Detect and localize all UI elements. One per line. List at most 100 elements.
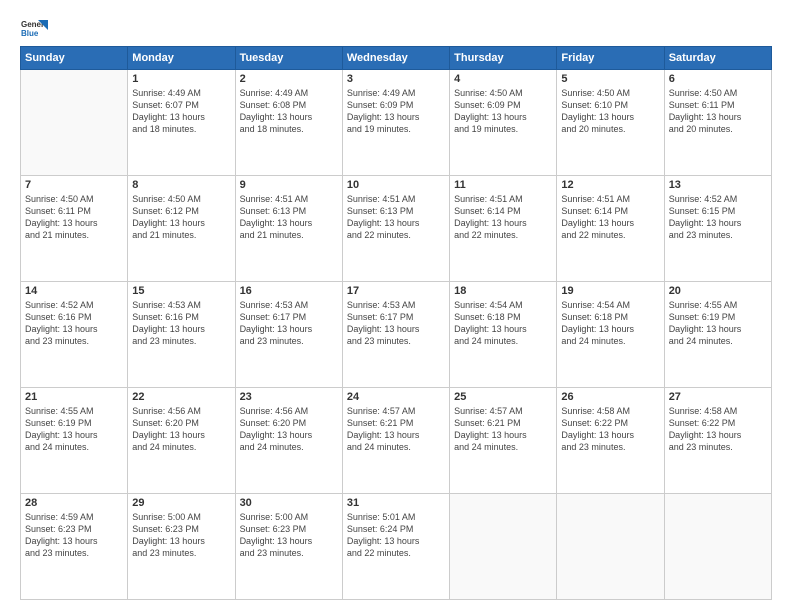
day-info: Sunrise: 4:49 AM Sunset: 6:07 PM Dayligh… [132, 87, 230, 136]
day-info: Sunrise: 4:51 AM Sunset: 6:13 PM Dayligh… [347, 193, 445, 242]
weekday-header-sunday: Sunday [21, 47, 128, 70]
day-info: Sunrise: 4:52 AM Sunset: 6:15 PM Dayligh… [669, 193, 767, 242]
calendar-cell: 14Sunrise: 4:52 AM Sunset: 6:16 PM Dayli… [21, 282, 128, 388]
day-info: Sunrise: 4:53 AM Sunset: 6:17 PM Dayligh… [240, 299, 338, 348]
calendar-cell: 2 Sunrise: 4:49 AM Sunset: 6:08 PM Daylig… [235, 70, 342, 176]
day-info: Sunrise: 4:51 AM Sunset: 6:14 PM Dayligh… [561, 193, 659, 242]
day-number: 13 [669, 179, 767, 191]
day-info: Sunrise: 4:55 AM Sunset: 6:19 PM Dayligh… [669, 299, 767, 348]
day-number: 8 [132, 179, 230, 191]
calendar-cell: 19 Sunrise: 4:54 AM Sunset: 6:18 PM Dayli… [557, 282, 664, 388]
day-number: 10 [347, 179, 445, 191]
day-number: 6 [669, 73, 767, 85]
calendar-cell: 20 Sunrise: 4:55 AM Sunset: 6:19 PM Dayli… [664, 282, 771, 388]
page: General Blue SundayMondayTuesdayWednesda… [0, 0, 792, 612]
calendar-cell [21, 70, 128, 176]
calendar-cell: 26Sunrise: 4:58 AM Sunset: 6:22 PM Dayli… [557, 388, 664, 494]
day-number: 22 [132, 391, 230, 403]
calendar-cell: 29Sunrise: 5:00 AM Sunset: 6:23 PM Dayli… [128, 494, 235, 600]
calendar-cell [664, 494, 771, 600]
day-number: 18 [454, 285, 552, 297]
day-info: Sunrise: 4:57 AM Sunset: 6:21 PM Dayligh… [454, 405, 552, 454]
calendar-cell: 11 Sunrise: 4:51 AM Sunset: 6:14 PM Dayli… [450, 176, 557, 282]
week-row-2: 14Sunrise: 4:52 AM Sunset: 6:16 PM Dayli… [21, 282, 772, 388]
day-info: Sunrise: 4:49 AM Sunset: 6:08 PM Dayligh… [240, 87, 338, 136]
day-number: 7 [25, 179, 123, 191]
calendar-cell: 27Sunrise: 4:58 AM Sunset: 6:22 PM Dayli… [664, 388, 771, 494]
day-info: Sunrise: 5:01 AM Sunset: 6:24 PM Dayligh… [347, 511, 445, 560]
day-info: Sunrise: 4:51 AM Sunset: 6:14 PM Dayligh… [454, 193, 552, 242]
day-info: Sunrise: 4:50 AM Sunset: 6:10 PM Dayligh… [561, 87, 659, 136]
calendar-cell: 8 Sunrise: 4:50 AM Sunset: 6:12 PM Daylig… [128, 176, 235, 282]
calendar-cell: 16Sunrise: 4:53 AM Sunset: 6:17 PM Dayli… [235, 282, 342, 388]
week-row-1: 7 Sunrise: 4:50 AM Sunset: 6:11 PM Daylig… [21, 176, 772, 282]
week-row-0: 1 Sunrise: 4:49 AM Sunset: 6:07 PM Daylig… [21, 70, 772, 176]
week-row-4: 28 Sunrise: 4:59 AM Sunset: 6:23 PM Dayli… [21, 494, 772, 600]
weekday-header-row: SundayMondayTuesdayWednesdayThursdayFrid… [21, 47, 772, 70]
calendar-cell: 31 Sunrise: 5:01 AM Sunset: 6:24 PM Dayli… [342, 494, 449, 600]
svg-text:Blue: Blue [21, 29, 39, 38]
calendar-cell: 17Sunrise: 4:53 AM Sunset: 6:17 PM Dayli… [342, 282, 449, 388]
day-info: Sunrise: 4:50 AM Sunset: 6:11 PM Dayligh… [25, 193, 123, 242]
weekday-header-monday: Monday [128, 47, 235, 70]
day-info: Sunrise: 4:59 AM Sunset: 6:23 PM Dayligh… [25, 511, 123, 560]
day-number: 12 [561, 179, 659, 191]
day-number: 14 [25, 285, 123, 297]
day-info: Sunrise: 4:50 AM Sunset: 6:09 PM Dayligh… [454, 87, 552, 136]
day-number: 17 [347, 285, 445, 297]
calendar-cell: 23 Sunrise: 4:56 AM Sunset: 6:20 PM Dayli… [235, 388, 342, 494]
calendar-cell: 12 Sunrise: 4:51 AM Sunset: 6:14 PM Dayli… [557, 176, 664, 282]
day-number: 3 [347, 73, 445, 85]
calendar-cell [557, 494, 664, 600]
day-number: 19 [561, 285, 659, 297]
calendar-table: SundayMondayTuesdayWednesdayThursdayFrid… [20, 46, 772, 600]
calendar-cell: 6 Sunrise: 4:50 AM Sunset: 6:11 PM Daylig… [664, 70, 771, 176]
day-info: Sunrise: 4:50 AM Sunset: 6:11 PM Dayligh… [669, 87, 767, 136]
header: General Blue [20, 16, 772, 38]
day-number: 20 [669, 285, 767, 297]
day-number: 30 [240, 497, 338, 509]
day-number: 11 [454, 179, 552, 191]
day-info: Sunrise: 4:54 AM Sunset: 6:18 PM Dayligh… [454, 299, 552, 348]
day-info: Sunrise: 4:49 AM Sunset: 6:09 PM Dayligh… [347, 87, 445, 136]
day-number: 5 [561, 73, 659, 85]
day-info: Sunrise: 4:54 AM Sunset: 6:18 PM Dayligh… [561, 299, 659, 348]
day-number: 21 [25, 391, 123, 403]
logo-icon: General Blue [20, 16, 48, 38]
day-info: Sunrise: 4:50 AM Sunset: 6:12 PM Dayligh… [132, 193, 230, 242]
calendar-cell: 3 Sunrise: 4:49 AM Sunset: 6:09 PM Daylig… [342, 70, 449, 176]
calendar-cell: 22Sunrise: 4:56 AM Sunset: 6:20 PM Dayli… [128, 388, 235, 494]
weekday-header-wednesday: Wednesday [342, 47, 449, 70]
day-info: Sunrise: 4:57 AM Sunset: 6:21 PM Dayligh… [347, 405, 445, 454]
day-info: Sunrise: 5:00 AM Sunset: 6:23 PM Dayligh… [132, 511, 230, 560]
calendar-cell: 30 Sunrise: 5:00 AM Sunset: 6:23 PM Dayli… [235, 494, 342, 600]
weekday-header-saturday: Saturday [664, 47, 771, 70]
day-number: 23 [240, 391, 338, 403]
day-number: 9 [240, 179, 338, 191]
calendar-cell: 10 Sunrise: 4:51 AM Sunset: 6:13 PM Dayli… [342, 176, 449, 282]
day-number: 31 [347, 497, 445, 509]
week-row-3: 21Sunrise: 4:55 AM Sunset: 6:19 PM Dayli… [21, 388, 772, 494]
calendar-cell: 18 Sunrise: 4:54 AM Sunset: 6:18 PM Dayli… [450, 282, 557, 388]
calendar-cell: 24 Sunrise: 4:57 AM Sunset: 6:21 PM Dayli… [342, 388, 449, 494]
day-info: Sunrise: 4:58 AM Sunset: 6:22 PM Dayligh… [561, 405, 659, 454]
calendar-cell: 5 Sunrise: 4:50 AM Sunset: 6:10 PM Daylig… [557, 70, 664, 176]
calendar-cell: 21Sunrise: 4:55 AM Sunset: 6:19 PM Dayli… [21, 388, 128, 494]
calendar-cell: 13 Sunrise: 4:52 AM Sunset: 6:15 PM Dayli… [664, 176, 771, 282]
day-info: Sunrise: 4:51 AM Sunset: 6:13 PM Dayligh… [240, 193, 338, 242]
calendar-cell: 25 Sunrise: 4:57 AM Sunset: 6:21 PM Dayli… [450, 388, 557, 494]
day-number: 25 [454, 391, 552, 403]
weekday-header-tuesday: Tuesday [235, 47, 342, 70]
calendar-cell: 15Sunrise: 4:53 AM Sunset: 6:16 PM Dayli… [128, 282, 235, 388]
day-number: 2 [240, 73, 338, 85]
day-number: 28 [25, 497, 123, 509]
day-number: 1 [132, 73, 230, 85]
calendar-cell: 7 Sunrise: 4:50 AM Sunset: 6:11 PM Daylig… [21, 176, 128, 282]
day-info: Sunrise: 4:58 AM Sunset: 6:22 PM Dayligh… [669, 405, 767, 454]
calendar-cell: 28 Sunrise: 4:59 AM Sunset: 6:23 PM Dayli… [21, 494, 128, 600]
weekday-header-friday: Friday [557, 47, 664, 70]
day-info: Sunrise: 4:56 AM Sunset: 6:20 PM Dayligh… [240, 405, 338, 454]
day-number: 24 [347, 391, 445, 403]
day-info: Sunrise: 4:53 AM Sunset: 6:16 PM Dayligh… [132, 299, 230, 348]
day-info: Sunrise: 5:00 AM Sunset: 6:23 PM Dayligh… [240, 511, 338, 560]
